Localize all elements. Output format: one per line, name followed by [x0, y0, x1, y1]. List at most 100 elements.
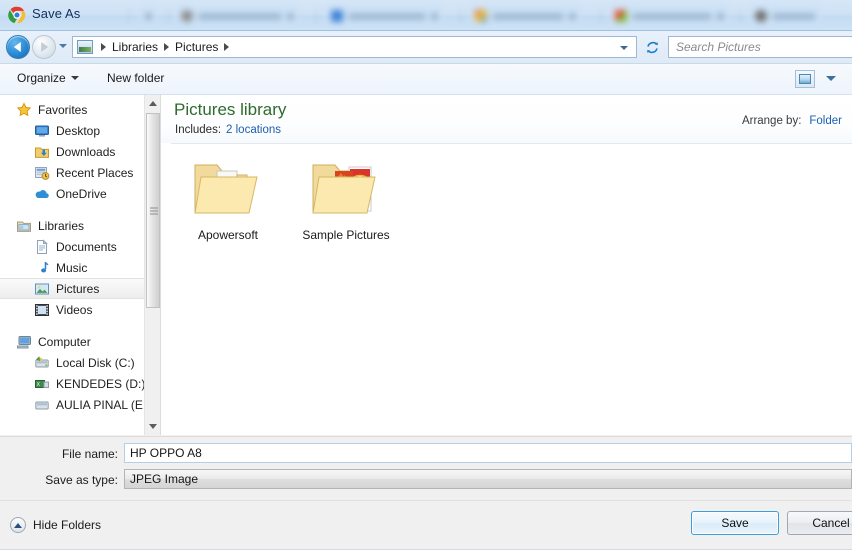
header-divider: [171, 143, 852, 144]
breadcrumb-separator: [164, 43, 170, 51]
toolbar: Organize New folder: [0, 64, 852, 95]
sidebar-item-documents[interactable]: Documents: [0, 236, 146, 257]
background-browser-tabs: [120, 0, 852, 30]
sidebar-item-videos[interactable]: Videos: [0, 299, 146, 320]
scrollbar-grip-icon: [150, 207, 158, 214]
breadcrumb-libraries[interactable]: Libraries: [111, 40, 159, 54]
item-label: Sample Pictures: [302, 228, 390, 242]
onedrive-cloud-icon: [34, 186, 50, 202]
hide-folders-label: Hide Folders: [33, 518, 102, 532]
new-folder-button[interactable]: New folder: [107, 71, 164, 85]
scroll-down-button[interactable]: [145, 418, 160, 435]
sidebar-item-recent-places[interactable]: Recent Places: [0, 162, 146, 183]
search-input[interactable]: Search Pictures: [668, 36, 852, 58]
drive-icon: [34, 397, 50, 413]
hide-folders-button[interactable]: Hide Folders: [10, 517, 101, 533]
save-button[interactable]: Save: [691, 511, 779, 535]
scrollbar-thumb[interactable]: [146, 113, 160, 308]
documents-icon: [34, 238, 50, 255]
sidebar-group-libraries[interactable]: Libraries: [0, 215, 146, 236]
library-includes: Includes: 2 locations: [175, 124, 281, 136]
window-title: Save As: [32, 6, 81, 21]
desktop-icon: [34, 123, 50, 139]
organize-button[interactable]: Organize: [17, 71, 79, 85]
chrome-logo-icon: [8, 6, 26, 24]
title-bar: Save As: [0, 0, 852, 31]
arrange-by-label: Arrange by:: [741, 115, 802, 127]
breadcrumb-separator: [224, 43, 230, 51]
sidebar-group-favorites[interactable]: Favorites: [0, 99, 146, 120]
navigation-pane: Favorites Desktop Downloads Recent Place…: [0, 95, 160, 435]
sidebar-item-desktop[interactable]: Desktop: [0, 120, 146, 141]
view-mode-button[interactable]: [795, 70, 815, 88]
locations-link[interactable]: 2 locations: [226, 124, 281, 136]
sidebar-item-music[interactable]: Music: [0, 257, 146, 278]
new-folder-label: New folder: [107, 71, 165, 85]
refresh-button[interactable]: [641, 36, 663, 58]
sidebar-item-kendedes-d[interactable]: X KENDEDES (D:): [0, 373, 146, 394]
view-mode-icon: [799, 74, 811, 84]
computer-icon: [16, 334, 32, 350]
sidebar-item-downloads[interactable]: Downloads: [0, 141, 146, 162]
sidebar-scrollbar[interactable]: [144, 95, 160, 435]
sidebar-item-label: Local Disk (C:): [56, 355, 135, 370]
recent-places-icon: [34, 165, 50, 181]
cancel-button[interactable]: Cancel: [787, 511, 852, 535]
scroll-up-button[interactable]: [145, 95, 160, 112]
forward-button[interactable]: [32, 35, 56, 59]
list-item[interactable]: Sample Pictures: [287, 151, 405, 242]
downloads-icon: [34, 144, 50, 160]
sidebar-item-label: Downloads: [56, 144, 116, 159]
address-bar[interactable]: Libraries Pictures: [72, 36, 637, 58]
pictures-icon: [34, 281, 50, 297]
sidebar-item-label: OneDrive: [56, 186, 107, 201]
sidebar-group-label: Favorites: [38, 102, 88, 117]
library-icon: [77, 40, 93, 54]
sidebar-item-onedrive[interactable]: OneDrive: [0, 183, 146, 204]
previous-locations-dropdown-icon[interactable]: [620, 46, 628, 50]
sidebar-group-label: Computer: [38, 334, 91, 349]
folder-with-pictures-icon: [312, 164, 376, 214]
list-item[interactable]: Apowersoft: [169, 151, 287, 242]
library-title: Pictures library: [174, 100, 287, 119]
sidebar-item-label: Music: [56, 260, 88, 275]
sidebar-item-label: Pictures: [56, 281, 100, 296]
save-as-type-select[interactable]: JPEG Image: [124, 469, 852, 489]
search-placeholder: Search Pictures: [676, 40, 761, 54]
system-drive-icon: [34, 355, 50, 371]
libraries-folder-icon: [16, 218, 32, 234]
arrange-by: Arrange by: Folder: [742, 115, 842, 127]
recent-pages-dropdown[interactable]: [59, 44, 67, 48]
view-mode-dropdown-icon[interactable]: [826, 76, 836, 81]
sidebar-item-label: Videos: [56, 302, 93, 317]
sidebar-group-computer[interactable]: Computer: [0, 331, 146, 352]
sidebar-item-aulia-pinal-e[interactable]: AULIA PINAL (E:): [0, 394, 150, 415]
sidebar-item-pictures[interactable]: Pictures: [0, 278, 146, 299]
breadcrumb-pictures[interactable]: Pictures: [174, 40, 219, 54]
sidebar-item-label: Desktop: [56, 123, 101, 138]
sidebar-tree: Favorites Desktop Downloads Recent Place…: [0, 99, 150, 415]
save-as-type-label: Save as type:: [45, 473, 118, 487]
sidebar-item-local-disk-c[interactable]: Local Disk (C:): [0, 352, 146, 373]
back-button[interactable]: [6, 35, 30, 59]
arrange-by-value[interactable]: Folder: [809, 115, 842, 127]
chevron-down-icon: [70, 76, 79, 80]
drive-icon: X: [34, 376, 50, 392]
file-name-input[interactable]: HP OPPO A8: [124, 443, 852, 463]
navigation-bar: Libraries Pictures Search Pictures: [0, 31, 852, 64]
file-list-pane[interactable]: Pictures library Includes: 2 locations Ar…: [161, 95, 852, 435]
breadcrumb-separator: [101, 43, 106, 51]
save-as-dialog: Save As Libraries Pictures Search Pictur…: [0, 0, 852, 550]
includes-label: Includes:: [175, 124, 222, 136]
sidebar-item-label: Recent Places: [56, 165, 134, 180]
save-form: File name: HP OPPO A8 Save as type: JPEG…: [0, 436, 852, 500]
music-note-icon: [34, 260, 50, 276]
item-label: Apowersoft: [197, 228, 259, 242]
star-icon: [16, 101, 32, 118]
library-header: Pictures library Includes: 2 locations Ar…: [161, 95, 852, 143]
videos-film-icon: [34, 302, 50, 318]
folder-icon: [194, 164, 258, 214]
sidebar-item-label: AULIA PINAL (E:): [56, 397, 151, 412]
file-name-label: File name:: [61, 447, 118, 461]
organize-label: Organize: [17, 71, 66, 85]
